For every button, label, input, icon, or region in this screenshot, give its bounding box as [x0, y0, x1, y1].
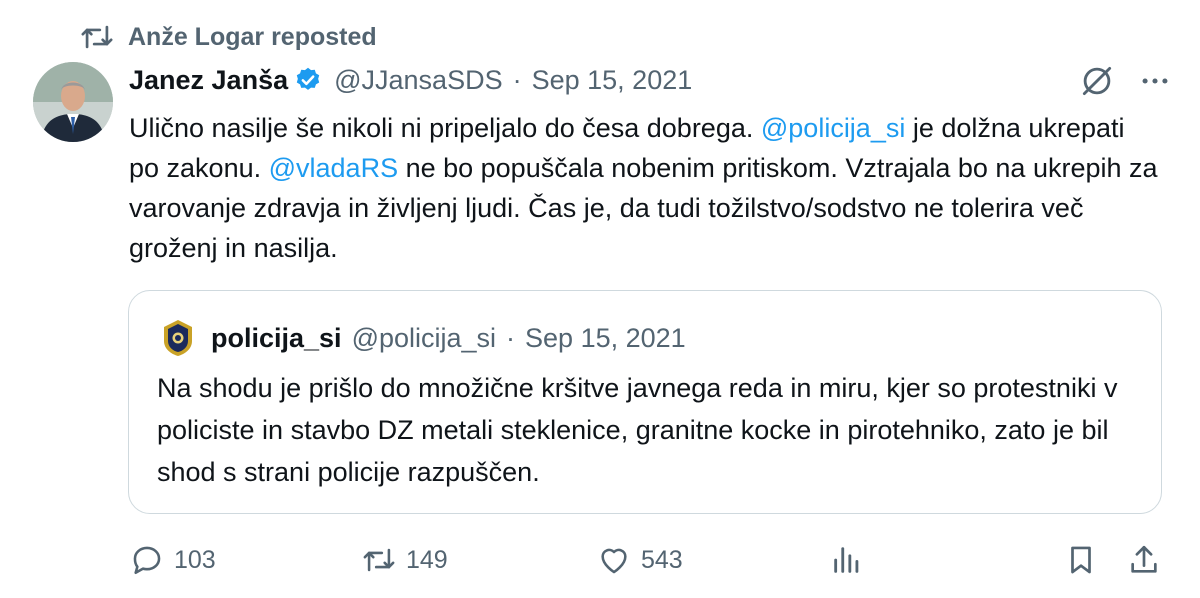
mention-link[interactable]: @policija_si: [761, 113, 905, 143]
author-name[interactable]: Janez Janša: [129, 65, 288, 96]
more-icon[interactable]: [1138, 64, 1172, 98]
action-bar: 103 149 543: [0, 536, 1200, 584]
tweet-top-actions: [1078, 62, 1172, 100]
reply-button[interactable]: 103: [130, 536, 216, 584]
heart-icon: [601, 548, 627, 574]
repost-indicator[interactable]: Anže Logar reposted: [80, 20, 377, 54]
tweet-date[interactable]: Sep 15, 2021: [532, 65, 693, 96]
bookmark-button[interactable]: [1064, 536, 1098, 584]
repost-button[interactable]: 149: [362, 536, 448, 584]
share-button[interactable]: [1127, 536, 1161, 584]
reply-count: 103: [174, 545, 216, 574]
quoted-author-handle: @policija_si: [351, 322, 497, 353]
quoted-tweet-text: Na shodu je prišlo do množične kršitve j…: [157, 373, 1118, 487]
verified-badge-icon: [296, 67, 320, 90]
avatar[interactable]: [33, 62, 113, 142]
repost-icon: [81, 25, 113, 49]
quoted-tweet-date: Sep 15, 2021: [525, 322, 686, 353]
separator: ·: [506, 322, 516, 353]
tweet-text-part: Ulično nasilje še nikoli ni pripeljalo d…: [129, 113, 761, 143]
author-handle[interactable]: @JJansaSDS: [334, 65, 502, 96]
bookmark-icon: [1071, 546, 1091, 574]
tweet-header: Janez Janša @JJansaSDS · Sep 15, 2021: [129, 62, 692, 98]
repost-label: Anže Logar reposted: [128, 22, 377, 51]
grok-icon[interactable]: [1078, 62, 1116, 100]
repost-icon: [363, 548, 395, 572]
quoted-tweet-header: policija_si @policija_si · Sep 15, 2021: [161, 319, 686, 357]
views-button[interactable]: [830, 536, 864, 584]
like-button[interactable]: 543: [597, 536, 683, 584]
police-badge-icon: [164, 320, 192, 356]
repost-count: 149: [406, 545, 448, 574]
mention-link[interactable]: @vladaRS: [269, 153, 398, 183]
tweet-text: Ulično nasilje še nikoli ni pripeljalo d…: [129, 108, 1159, 268]
quoted-tweet[interactable]: policija_si @policija_si · Sep 15, 2021 …: [128, 290, 1162, 514]
quoted-author-name: policija_si: [211, 322, 342, 353]
separator: ·: [512, 64, 522, 95]
reply-icon: [133, 546, 161, 575]
like-count: 543: [641, 545, 683, 574]
views-icon: [834, 547, 859, 573]
share-icon: [1131, 545, 1157, 573]
